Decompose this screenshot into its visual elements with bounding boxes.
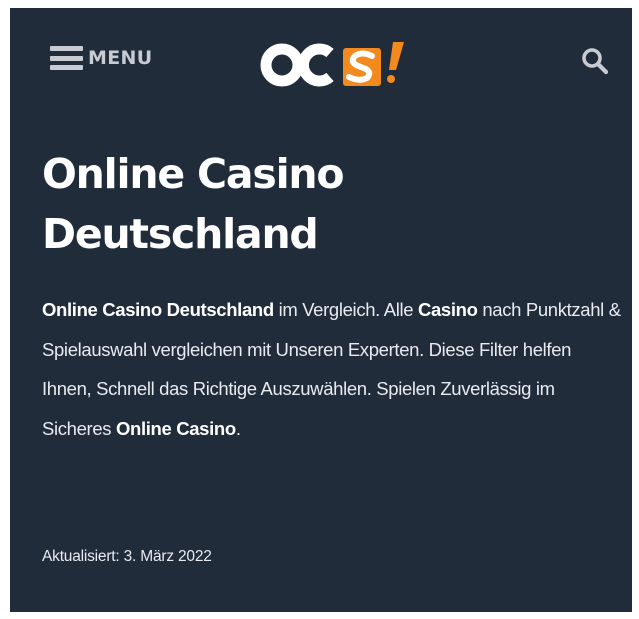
- intro-bold-online-casino: Online Casino: [115, 417, 236, 439]
- intro-text-1: im Vergleich. Alle: [273, 299, 418, 320]
- menu-label: MENU: [88, 47, 153, 69]
- updated-date: Aktualisiert: 3. März 2022: [42, 548, 212, 565]
- search-button[interactable]: [580, 46, 610, 76]
- page-frame: MENU Online Casino Deutschland Online Ca…: [10, 8, 632, 612]
- menu-button[interactable]: MENU: [50, 46, 152, 70]
- intro-text-3: .: [235, 417, 241, 439]
- intro-bold-online-casino-deutschland: Online Casino Deutschland: [42, 299, 274, 320]
- ocs-logo-icon: [260, 42, 404, 87]
- site-logo[interactable]: [260, 34, 420, 94]
- intro-paragraph: Online Casino Deutschland im Vergleich. …: [42, 290, 622, 448]
- site-header: MENU: [10, 8, 632, 118]
- page-title: Online Casino Deutschland: [42, 150, 345, 258]
- intro-bold-casino: Casino: [417, 299, 478, 320]
- search-icon: [582, 48, 609, 75]
- hamburger-icon: [50, 46, 83, 70]
